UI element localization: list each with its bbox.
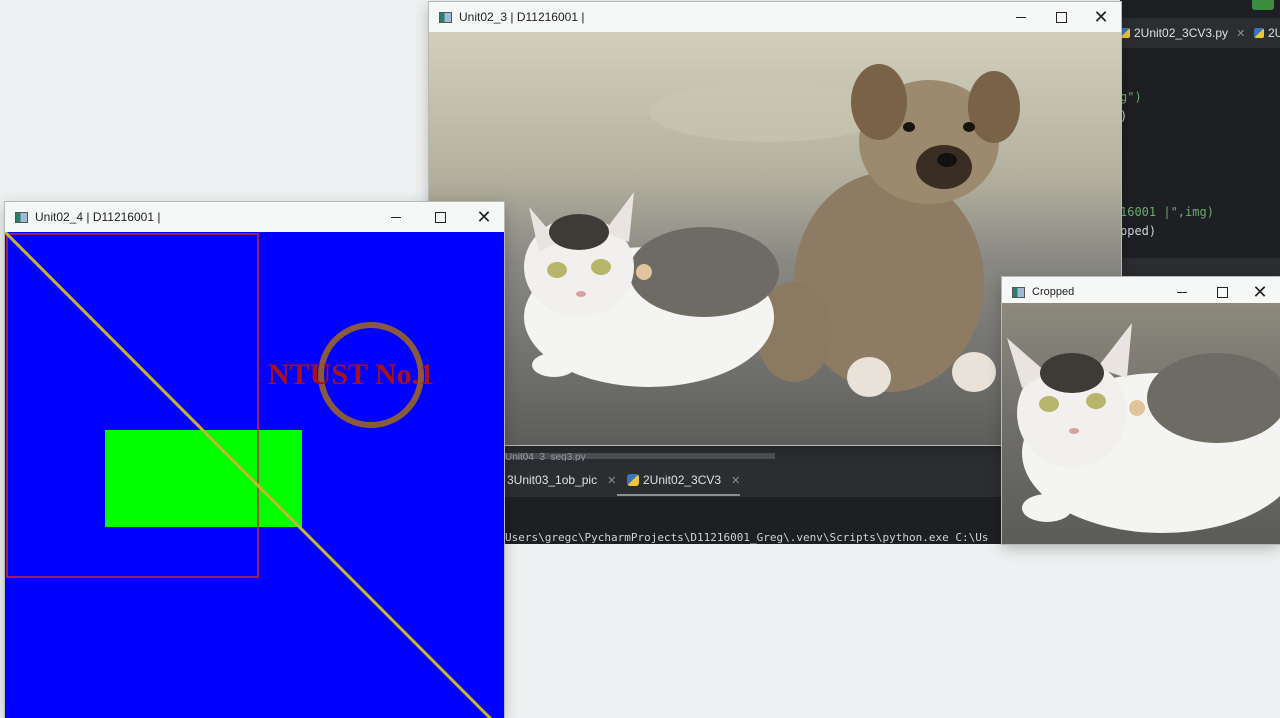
ide-title-strip bbox=[1120, 0, 1280, 18]
run-tab-3unit03[interactable]: 3Unit03_1ob_pic ✕ bbox=[507, 473, 616, 487]
close-icon[interactable]: ✕ bbox=[731, 474, 740, 487]
cropped-window: Cropped ✕ bbox=[1002, 277, 1280, 544]
minimize-icon[interactable] bbox=[376, 202, 416, 232]
python-file-icon bbox=[627, 474, 639, 486]
close-icon[interactable]: ✕ bbox=[464, 202, 504, 232]
ide-tab-label: 2U bbox=[1268, 26, 1280, 40]
cropped-image bbox=[1002, 303, 1280, 544]
close-icon[interactable]: ✕ bbox=[607, 474, 616, 487]
drawing-window-titlebar[interactable]: Unit02_4 | D11216001 | ✕ bbox=[5, 202, 504, 232]
minimize-icon[interactable] bbox=[1001, 2, 1041, 32]
maximize-icon[interactable] bbox=[1041, 2, 1081, 32]
active-tab-underline bbox=[617, 494, 740, 496]
ide-tab-bar: 2Unit02_3CV3.py ✕ 2U bbox=[1120, 18, 1280, 48]
code-line: pped) bbox=[1120, 224, 1157, 238]
code-line: ) bbox=[1120, 109, 1128, 123]
window-title: Cropped bbox=[1032, 286, 1075, 298]
python-file-icon bbox=[1120, 28, 1130, 38]
run-tab-label: 3Unit03_1ob_pic bbox=[507, 473, 598, 487]
cropped-cat-photo bbox=[1002, 303, 1280, 544]
code-line: g") bbox=[1120, 90, 1142, 104]
python-file-icon bbox=[1254, 28, 1264, 38]
terminal-output: Users\gregc\PycharmProjects\D11216001_Gr… bbox=[505, 531, 989, 544]
canvas-svg: NTUST No.1 bbox=[5, 232, 504, 718]
ide-tab-2unit02-3cv3[interactable]: 2Unit02_3CV3.py ✕ bbox=[1120, 24, 1245, 42]
ide-tab-2u[interactable]: 2U bbox=[1254, 24, 1280, 42]
code-line: 16001 |",img) bbox=[1120, 205, 1214, 219]
close-icon[interactable]: ✕ bbox=[1236, 27, 1245, 40]
photo-window-titlebar[interactable]: Unit02_3 | D11216001 | ✕ bbox=[429, 2, 1121, 32]
close-icon[interactable]: ✕ bbox=[1081, 2, 1121, 32]
drawing-window: Unit02_4 | D11216001 | ✕ NTUST No.1 bbox=[5, 202, 504, 718]
drawing-canvas: NTUST No.1 bbox=[5, 232, 504, 718]
green-rectangle bbox=[105, 430, 302, 527]
window-title: Unit02_3 | D11216001 | bbox=[459, 10, 585, 24]
ide-editor-background: 2Unit02_3CV3.py ✕ 2U g") ) 16001 |",img)… bbox=[1120, 0, 1280, 280]
ide-file-tab-strip: Unit04_3_seg3.py bbox=[505, 445, 1002, 463]
run-tab-bar: 3Unit03_1ob_pic ✕ 2Unit02_3CV3 ✕ bbox=[505, 461, 1002, 498]
ide-tab-label: 2Unit02_3CV3.py bbox=[1134, 26, 1229, 40]
run-indicator bbox=[1252, 0, 1274, 10]
maximize-icon[interactable] bbox=[420, 202, 460, 232]
app-window-icon bbox=[1012, 286, 1025, 298]
run-tab-2unit02[interactable]: 2Unit02_3CV3 ✕ bbox=[627, 473, 740, 487]
run-tab-label: 2Unit02_3CV3 bbox=[643, 473, 722, 487]
window-title: Unit02_4 | D11216001 | bbox=[35, 210, 161, 224]
app-window-icon bbox=[439, 11, 452, 23]
ide-run-panel: Unit04_3_seg3.py 3Unit03_1ob_pic ✕ 2Unit… bbox=[505, 445, 1002, 544]
app-window-icon bbox=[15, 211, 28, 223]
canvas-text: NTUST No.1 bbox=[268, 358, 434, 391]
